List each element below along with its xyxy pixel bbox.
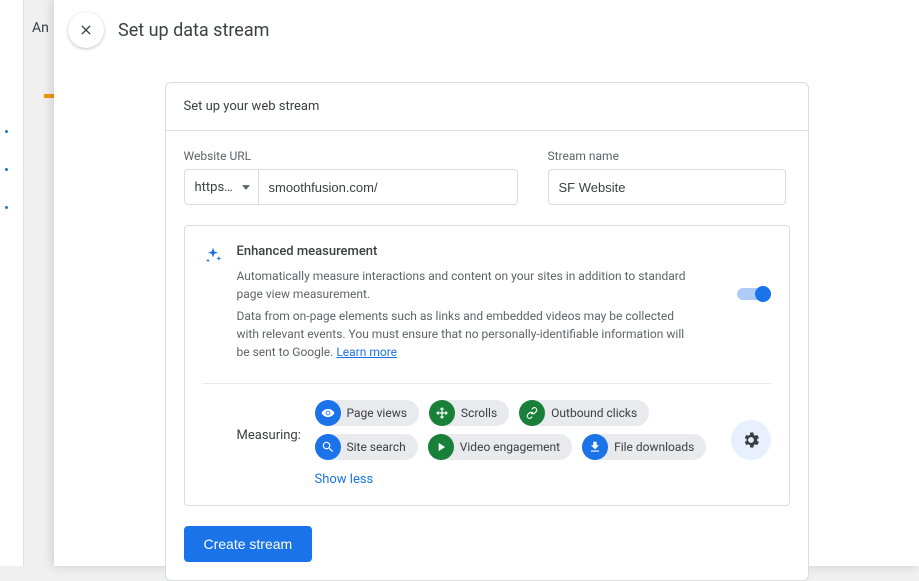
chip-label: Page views: [347, 406, 407, 420]
card-header: Set up your web stream: [166, 83, 808, 131]
bg-app-label: An: [32, 20, 49, 36]
measuring-label: Measuring:: [237, 398, 315, 460]
chip-page-views: Page views: [315, 400, 419, 426]
scroll-icon: [429, 400, 455, 426]
eye-icon: [315, 400, 341, 426]
setup-panel: Set up data stream Set up your web strea…: [54, 0, 919, 566]
chip-label: File downloads: [614, 440, 694, 454]
panel-title: Set up data stream: [118, 20, 269, 41]
enhanced-toggle[interactable]: [737, 284, 771, 365]
chevron-down-icon: [242, 185, 250, 190]
url-label: Website URL: [184, 149, 518, 163]
protocol-select[interactable]: https…: [184, 169, 258, 205]
enhanced-desc-2: Data from on-page elements such as links…: [237, 309, 685, 359]
create-stream-button[interactable]: Create stream: [184, 526, 313, 562]
chip-label: Video engagement: [460, 440, 560, 454]
chip-label: Scrolls: [461, 406, 497, 420]
settings-button[interactable]: [731, 420, 771, 460]
sparkle-icon: [203, 246, 223, 365]
play-icon: [428, 434, 454, 460]
chip-site-search: Site search: [315, 434, 418, 460]
learn-more-link[interactable]: Learn more: [336, 345, 397, 359]
enhanced-measurement-box: Enhanced measurement Automatically measu…: [184, 225, 790, 506]
enhanced-title: Enhanced measurement: [237, 244, 727, 259]
show-less-link[interactable]: Show less: [315, 472, 771, 487]
close-icon: [78, 22, 94, 38]
stream-card: Set up your web stream Website URL https…: [165, 82, 809, 581]
close-button[interactable]: [68, 12, 104, 48]
stream-name-input[interactable]: [548, 169, 786, 205]
url-input[interactable]: [258, 169, 518, 205]
link-icon: [519, 400, 545, 426]
download-icon: [582, 434, 608, 460]
chip-label: Site search: [347, 440, 406, 454]
gear-icon: [741, 430, 761, 450]
chip-label: Outbound clicks: [551, 406, 637, 420]
chip-video-engagement: Video engagement: [428, 434, 572, 460]
protocol-value: https…: [195, 180, 233, 195]
stream-name-label: Stream name: [548, 149, 786, 163]
chip-scrolls: Scrolls: [429, 400, 509, 426]
chip-file-downloads: File downloads: [582, 434, 706, 460]
enhanced-desc-1: Automatically measure interactions and c…: [237, 267, 697, 303]
search-icon: [315, 434, 341, 460]
chip-outbound-clicks: Outbound clicks: [519, 400, 649, 426]
